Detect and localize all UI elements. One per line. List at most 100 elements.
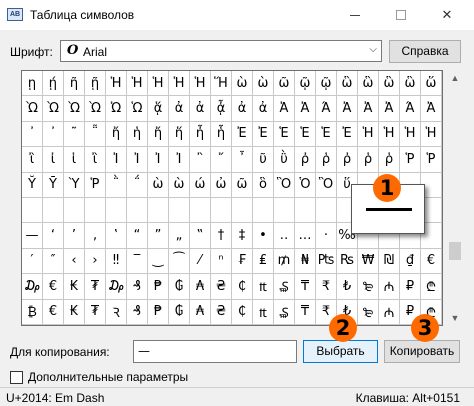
scroll-down-icon[interactable]: ▼ — [447, 310, 463, 326]
char-cell[interactable]: ₰ — [127, 274, 148, 300]
char-cell[interactable] — [190, 197, 211, 224]
char-cell[interactable]: • — [253, 223, 274, 249]
char-cell[interactable]: ἦ — [190, 121, 211, 148]
char-cell[interactable]: ₷ — [274, 299, 295, 325]
char-cell[interactable]: ‘ — [43, 223, 64, 249]
char-cell[interactable]: ₵ — [232, 274, 253, 300]
char-cell[interactable]: ώ — [190, 172, 211, 198]
char-cell[interactable]: ‟ — [190, 223, 211, 249]
char-cell[interactable]: ₳ — [190, 274, 211, 300]
char-cell[interactable]: ῥ — [358, 147, 379, 173]
char-cell[interactable]: ₲ — [169, 299, 190, 325]
char-cell[interactable]: ἰ — [43, 147, 64, 173]
char-cell[interactable]: Ὃ — [316, 172, 337, 198]
char-cell[interactable] — [85, 197, 106, 224]
scroll-thumb[interactable] — [449, 242, 461, 260]
chevron-down-icon[interactable]: ⌵ — [369, 44, 377, 55]
char-cell[interactable]: ῶ — [232, 172, 253, 198]
char-cell[interactable]: ₨ — [337, 248, 358, 275]
char-cell[interactable]: ἀ — [169, 96, 190, 122]
char-cell[interactable]: ‹ — [64, 248, 85, 275]
char-cell[interactable]: Ῥ — [421, 147, 442, 173]
char-cell[interactable]: ₭ — [64, 299, 85, 325]
char-cell[interactable]: … — [295, 223, 316, 249]
char-cell[interactable]: ῷ — [295, 71, 316, 97]
char-cell[interactable]: ₻ — [358, 299, 379, 325]
char-cell[interactable]: Ὼ — [43, 96, 64, 122]
char-cell[interactable]: ₯ — [106, 274, 127, 300]
char-cell[interactable]: Ἐ — [232, 121, 253, 148]
char-cell[interactable]: ἱ — [64, 147, 85, 173]
char-cell[interactable]: ₩ — [358, 248, 379, 275]
char-cell[interactable] — [148, 197, 169, 224]
char-cell[interactable]: € — [43, 299, 64, 325]
char-cell[interactable] — [211, 197, 232, 224]
char-cell[interactable]: † — [211, 223, 232, 249]
char-cell[interactable]: Ὡ — [127, 96, 148, 122]
char-cell[interactable]: ⁄ — [190, 248, 211, 275]
char-cell[interactable]: Ὼ — [85, 96, 106, 122]
char-cell[interactable]: ‥ — [274, 223, 295, 249]
char-cell[interactable]: ὣ — [400, 71, 421, 97]
char-cell[interactable]: ₶ — [253, 299, 274, 325]
char-cell[interactable]: ἥ — [169, 121, 190, 148]
char-cell[interactable]: Ὃ — [274, 172, 295, 198]
char-cell[interactable]: € — [43, 274, 64, 300]
char-cell[interactable]: Ἐ — [337, 121, 358, 148]
char-cell[interactable] — [64, 197, 85, 224]
char-cell[interactable]: ₫ — [400, 248, 421, 275]
char-cell[interactable]: „ — [169, 223, 190, 249]
char-cell[interactable]: ₰ — [127, 299, 148, 325]
char-cell[interactable]: Ά — [316, 96, 337, 122]
char-cell[interactable]: Ἡ — [421, 121, 442, 148]
char-cell[interactable]: ₦ — [295, 248, 316, 275]
char-cell[interactable]: Ἰ — [106, 147, 127, 173]
char-cell[interactable]: ῎ — [211, 147, 232, 173]
char-cell[interactable]: Ῥ — [85, 172, 106, 198]
char-cell[interactable]: ὃ — [253, 172, 274, 198]
char-cell[interactable]: ₴ — [211, 274, 232, 300]
char-cell[interactable]: Ꝛ — [106, 299, 127, 325]
char-cell[interactable]: ἤ — [148, 121, 169, 148]
char-cell[interactable]: ὥ — [421, 71, 442, 97]
char-cell[interactable]: ₲ — [169, 274, 190, 300]
char-cell[interactable]: Ἡ — [400, 121, 421, 148]
copy-button[interactable]: Копировать — [384, 340, 460, 363]
char-cell[interactable]: ἧ — [211, 121, 232, 148]
char-cell[interactable]: Ἀ — [295, 96, 316, 122]
char-cell[interactable]: € — [421, 248, 442, 275]
char-cell[interactable]: ῍ — [190, 147, 211, 173]
help-button[interactable]: Справка — [389, 40, 461, 63]
char-cell[interactable]: ῭ — [106, 172, 127, 198]
char-cell[interactable]: Ἡ — [106, 71, 127, 97]
char-cell[interactable]: ἤ — [106, 121, 127, 148]
char-cell[interactable]: ” — [148, 223, 169, 249]
char-cell[interactable]: Ἰ — [148, 147, 169, 173]
char-cell[interactable]: ἡ — [127, 121, 148, 148]
char-cell[interactable]: Ἀ — [358, 96, 379, 122]
char-cell[interactable]: ῤ — [295, 147, 316, 173]
select-button[interactable]: Выбрать — [303, 340, 378, 363]
char-cell[interactable] — [127, 197, 148, 224]
char-cell[interactable]: Ἑ — [295, 121, 316, 148]
char-cell[interactable]: ₳ — [190, 299, 211, 325]
advanced-options[interactable]: Дополнительные параметры — [10, 370, 188, 384]
char-cell[interactable]: ὼ — [148, 172, 169, 198]
char-cell[interactable]: ὼ — [169, 172, 190, 198]
char-cell[interactable]: ῦ — [253, 147, 274, 173]
char-cell[interactable]: ΅ — [127, 172, 148, 198]
char-cell[interactable]: Ἀ — [337, 96, 358, 122]
char-cell[interactable]: ῇ — [85, 71, 106, 97]
char-cell[interactable]: ῀ — [64, 121, 85, 148]
char-cell[interactable]: ⁀ — [169, 248, 190, 275]
char-cell[interactable]: ‚ — [85, 223, 106, 249]
char-cell[interactable]: ῃ — [22, 71, 43, 97]
char-cell[interactable]: Ὁ — [295, 172, 316, 198]
char-cell[interactable]: ₸ — [295, 299, 316, 325]
char-cell[interactable] — [274, 197, 295, 224]
char-cell[interactable]: ″ — [43, 248, 64, 275]
maximize-button[interactable] — [378, 0, 424, 30]
char-cell[interactable]: ₹ — [316, 274, 337, 300]
char-cell[interactable]: ῤ — [337, 147, 358, 173]
char-cell[interactable]: Ἰ — [169, 147, 190, 173]
